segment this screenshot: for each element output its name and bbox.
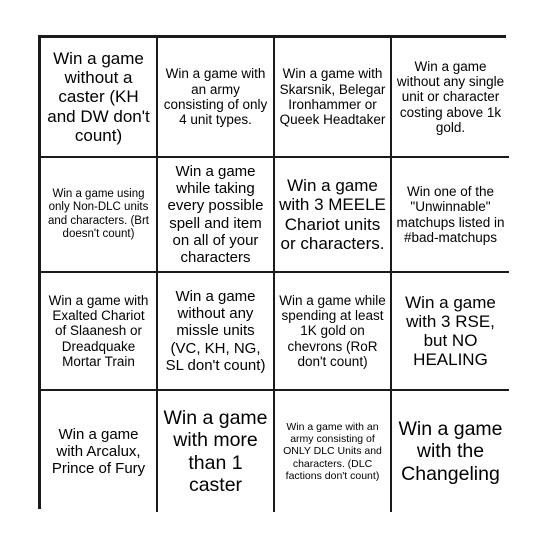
bingo-cell-text: Win a game with Exalted Chariot of Slaan… [48, 292, 149, 370]
bingo-cell-text: Win a game with an army consisting of ON… [283, 420, 382, 483]
bingo-cell-text: Win a game with 3 MEELE Chariot units or… [279, 176, 386, 253]
bingo-cell-r4c3[interactable]: Win a game with an army consisting of ON… [275, 391, 392, 512]
bingo-cell-text: Win a game with Skarsnik, Belegar Ironha… [279, 66, 386, 128]
bingo-cell-text: Win a game with Arcalux, Prince of Fury [51, 425, 146, 478]
bingo-cell-r3c3[interactable]: Win a game while spending at least 1K go… [275, 273, 392, 391]
bingo-cell-r1c2[interactable]: Win a game with an army consisting of on… [158, 38, 275, 158]
bingo-cell-r3c4[interactable]: Win a game with 3 RSE, but NO HEALING [392, 273, 509, 391]
bingo-cell-r3c1[interactable]: Win a game with Exalted Chariot of Slaan… [41, 273, 158, 391]
bingo-cell-r3c2[interactable]: Win a game without any missle units (VC,… [158, 273, 275, 391]
bingo-cell-r2c1[interactable]: Win a game using only Non-DLC units and … [41, 158, 158, 273]
bingo-cell-text: Win a game while spending at least 1K go… [279, 292, 386, 370]
bingo-cell-text: Win a game while taking every possible s… [167, 163, 264, 266]
bingo-cell-text: Win a game without any single unit or ch… [396, 58, 505, 136]
bingo-cell-r1c4[interactable]: Win a game without any single unit or ch… [392, 38, 509, 158]
bingo-cell-text: Win a game using only Non-DLC units and … [48, 187, 149, 240]
bingo-cell-r1c3[interactable]: Win a game with Skarsnik, Belegar Ironha… [275, 38, 392, 158]
bingo-cell-text: Win one of the "Unwinnable" matchups lis… [396, 183, 505, 245]
bingo-cell-text: Win a game with more than 1 caster [163, 407, 268, 496]
bingo-cell-text: Win a game with the Changeling [398, 418, 503, 485]
bingo-cell-r1c1[interactable]: Win a game without a caster (KH and DW d… [41, 38, 158, 158]
bingo-cell-text: Win a game without any missle units (VC,… [165, 288, 266, 374]
bingo-cell-r2c2[interactable]: Win a game while taking every possible s… [158, 158, 275, 273]
bingo-cell-text: Win a game with an army consisting of on… [163, 66, 268, 128]
bingo-cell-r4c1[interactable]: Win a game with Arcalux, Prince of Fury [41, 391, 158, 512]
bingo-card-grid: Win a game without a caster (KH and DW d… [38, 35, 509, 512]
bingo-cell-text: Win a game with 3 RSE, but NO HEALING [405, 292, 496, 370]
bingo-cell-text: Win a game without a caster (KH and DW d… [47, 48, 150, 145]
bingo-cell-r2c4[interactable]: Win one of the "Unwinnable" matchups lis… [392, 158, 509, 273]
bingo-cell-r4c4[interactable]: Win a game with the Changeling [392, 391, 509, 512]
bingo-cell-r4c2[interactable]: Win a game with more than 1 caster [158, 391, 275, 512]
bingo-cell-r2c3[interactable]: Win a game with 3 MEELE Chariot units or… [275, 158, 392, 273]
